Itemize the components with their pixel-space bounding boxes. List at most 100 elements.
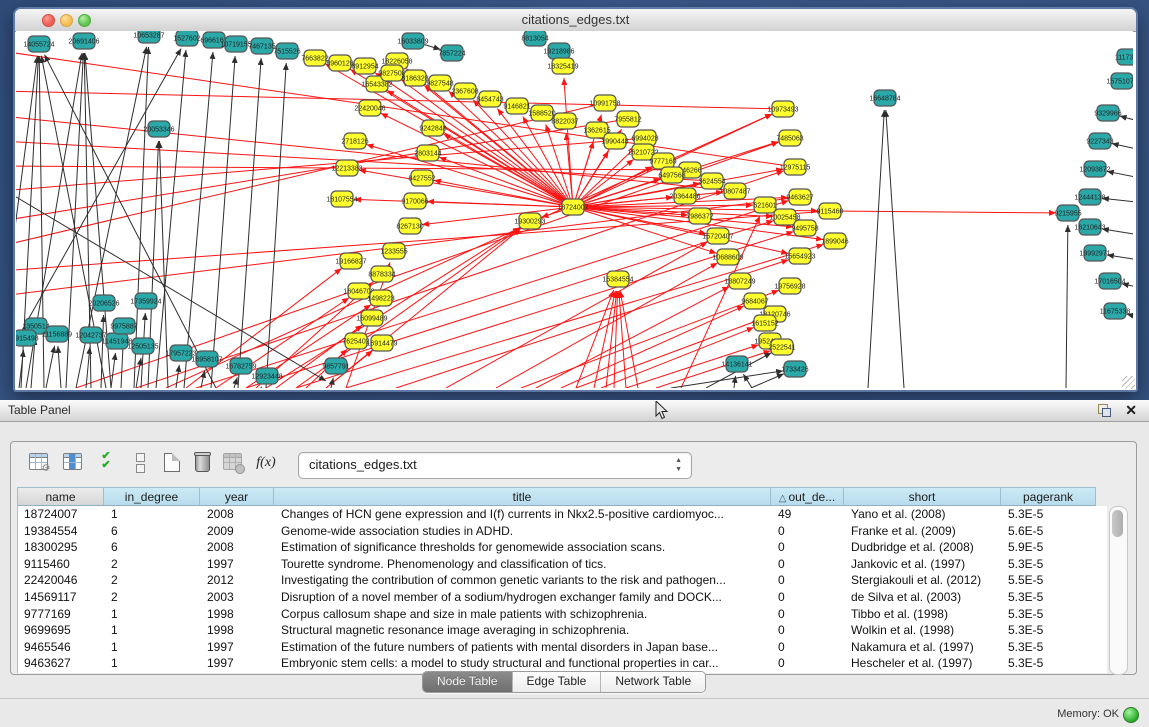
graph-node[interactable]: 9684067: [741, 293, 768, 309]
graph-node[interactable]: 14055724: [23, 36, 54, 52]
table-row[interactable]: 1938455462009Genome-wide association stu…: [18, 523, 1107, 540]
clear-selection-button[interactable]: [127, 449, 153, 475]
graph-edge[interactable]: [1107, 255, 1133, 261]
table-row[interactable]: 977716911998Corpus callosum shape and si…: [18, 606, 1107, 623]
column-header-short[interactable]: short: [844, 487, 1001, 506]
column-header-in_degree[interactable]: in_degree: [104, 487, 200, 506]
graph-node[interactable]: 3624554: [698, 173, 725, 189]
graph-node[interactable]: 2522541: [768, 339, 795, 355]
graph-edge[interactable]: [196, 201, 789, 388]
graph-node[interactable]: 17016504: [1094, 273, 1125, 289]
tab-node-table[interactable]: Node Table: [423, 672, 513, 692]
graph-edge[interactable]: [366, 144, 573, 207]
graph-edge[interactable]: [136, 358, 141, 388]
tab-network-table[interactable]: Network Table: [601, 672, 705, 692]
graph-edge[interactable]: [564, 78, 573, 207]
close-panel-icon[interactable]: ✕: [1125, 402, 1137, 419]
graph-edge[interactable]: [16, 197, 800, 296]
table-mode-button[interactable]: ⚙: [25, 449, 51, 475]
graph-node[interactable]: 9227343: [1086, 133, 1113, 149]
graph-node[interactable]: 9975887: [110, 318, 137, 334]
graph-node[interactable]: 8822037: [551, 113, 578, 129]
graph-node[interactable]: 7467135: [248, 38, 275, 54]
graph-edge[interactable]: [594, 291, 615, 388]
graph-node[interactable]: 18325419: [547, 58, 578, 74]
graph-edge[interactable]: [751, 374, 784, 388]
splitter-handle[interactable]: [568, 395, 580, 404]
graph-node[interactable]: 1527602: [173, 31, 200, 46]
column-header-title[interactable]: title: [274, 487, 771, 506]
vertical-scrollbar[interactable]: [1109, 506, 1128, 675]
graph-edge[interactable]: [1107, 171, 1133, 179]
graph-node[interactable]: 7485063: [776, 130, 803, 146]
table-row[interactable]: 946554611997Estimation of the future num…: [18, 639, 1107, 656]
graph-node[interactable]: 11156889: [42, 326, 72, 342]
graph-node[interactable]: 1733426: [781, 361, 808, 377]
graph-node[interactable]: 9857791: [322, 358, 349, 374]
graph-edge[interactable]: [211, 56, 235, 388]
delete-table-button[interactable]: [219, 449, 245, 475]
column-visibility-button[interactable]: [59, 449, 85, 475]
graph-node[interactable]: 8454743: [476, 91, 503, 107]
graph-edge[interactable]: [58, 346, 61, 388]
graph-node[interactable]: 9242848: [419, 120, 446, 136]
graph-node[interactable]: 16033809: [397, 33, 428, 49]
graph-node[interactable]: 19756928: [774, 278, 805, 294]
column-header-name[interactable]: name: [17, 487, 104, 506]
graph-node[interactable]: 20206526: [88, 295, 119, 311]
graph-node[interactable]: 1498223: [367, 290, 394, 306]
graph-node[interactable]: 1990448: [601, 133, 628, 149]
graph-node[interactable]: 2367608: [451, 83, 478, 99]
graph-node[interactable]: 9146821: [503, 98, 530, 114]
graph-node[interactable]: 16099489: [356, 310, 387, 326]
graph-edge[interactable]: [111, 353, 115, 388]
graph-edge[interactable]: [886, 110, 904, 388]
graph-node[interactable]: 9495758: [791, 220, 818, 236]
network-window-titlebar[interactable]: citations_edges.txt: [15, 9, 1136, 32]
graph-edge[interactable]: [1102, 198, 1133, 203]
graph-node[interactable]: 3915498: [16, 330, 39, 346]
graph-node[interactable]: 18107554: [326, 191, 357, 207]
graph-node[interactable]: 16210643: [1074, 219, 1105, 235]
graph-node[interactable]: 2718126: [341, 133, 368, 149]
delete-column-button[interactable]: [189, 449, 215, 475]
column-header-out_de[interactable]: △out_de...: [771, 487, 844, 506]
graph-node[interactable]: 621601: [753, 197, 776, 213]
graph-node[interactable]: 1117304: [1115, 49, 1133, 65]
function-builder-button[interactable]: f(x): [253, 449, 279, 475]
new-column-button[interactable]: [159, 449, 185, 475]
graph-edge[interactable]: [156, 50, 186, 388]
graph-node[interactable]: 19218986: [543, 43, 574, 59]
graph-edge[interactable]: [86, 347, 90, 388]
graph-edge[interactable]: [656, 351, 771, 388]
graph-node[interactable]: 19992971: [1079, 245, 1110, 261]
table-row[interactable]: 969969511998Structural magnetic resonanc…: [18, 622, 1107, 639]
graph-edge[interactable]: [184, 52, 213, 388]
graph-node[interactable]: 15654923: [784, 248, 815, 264]
table-row[interactable]: 2242004622012Investigating the contribut…: [18, 572, 1107, 589]
graph-node[interactable]: 10807487: [719, 183, 750, 199]
graph-node[interactable]: 15384554: [602, 271, 633, 287]
graph-node[interactable]: 9215955: [1054, 205, 1081, 221]
graph-edge[interactable]: [16, 56, 37, 281]
graph-node[interactable]: 9329966: [1094, 105, 1121, 121]
graph-node[interactable]: 15751074: [1106, 73, 1133, 89]
graph-edge[interactable]: [1066, 225, 1068, 388]
tab-edge-table[interactable]: Edge Table: [513, 672, 602, 692]
graph-node[interactable]: 16782759: [225, 358, 256, 374]
graph-node[interactable]: 10653287: [133, 31, 164, 43]
graph-node[interactable]: 6497568: [658, 167, 685, 183]
graph-node[interactable]: 8960128: [326, 55, 353, 71]
graph-node[interactable]: 18807249: [724, 273, 755, 289]
graph-node[interactable]: 8878334: [368, 266, 395, 282]
table-row[interactable]: 1872400712008Changes of HCN gene express…: [18, 506, 1107, 523]
graph-edge[interactable]: [46, 346, 55, 388]
graph-node[interactable]: 1899046: [821, 233, 848, 249]
graph-edge[interactable]: [266, 63, 286, 388]
graph-node[interactable]: 9463627: [786, 189, 813, 205]
graph-edge[interactable]: [868, 110, 884, 388]
graph-node[interactable]: 12505135: [127, 338, 158, 354]
scrollbar-thumb[interactable]: [1112, 510, 1123, 537]
select-all-button[interactable]: ✔✔: [93, 449, 119, 475]
graph-node[interactable]: 7663822: [301, 50, 328, 66]
